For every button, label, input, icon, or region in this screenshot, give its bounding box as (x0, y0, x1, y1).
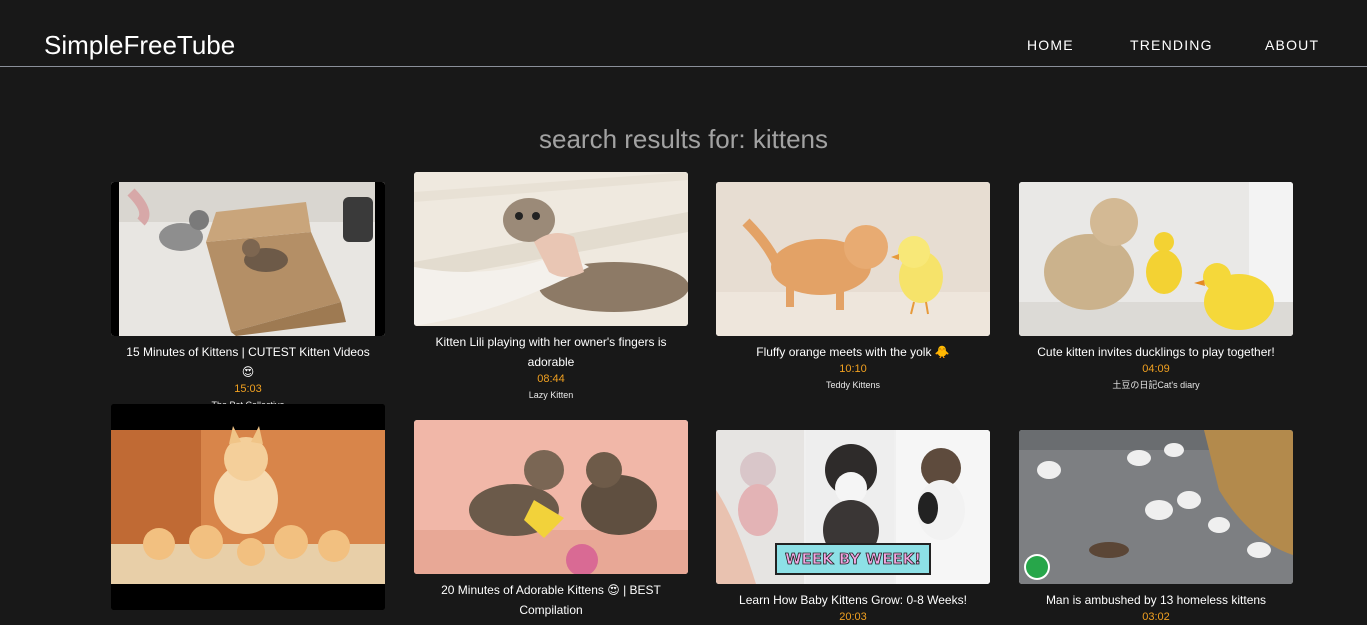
video-duration: 15:03 (234, 383, 262, 395)
video-thumbnail[interactable] (414, 420, 688, 574)
video-title[interactable]: 15 Minutes of Kittens | CUTEST Kitten Vi… (111, 342, 385, 382)
nav-home[interactable]: HOME (1027, 37, 1074, 53)
video-card[interactable]: Man is ambushed by 13 homeless kittens 0… (1019, 430, 1293, 625)
video-title[interactable]: Kitten Lili playing with her owner's fin… (414, 332, 688, 372)
video-thumbnail[interactable] (1019, 430, 1293, 584)
video-channel[interactable]: Teddy Kittens (716, 377, 990, 393)
video-card[interactable]: 20 Minutes of Adorable Kittens 😍 | BEST … (414, 420, 688, 620)
nav-trending[interactable]: TRENDING (1130, 37, 1213, 53)
video-thumbnail[interactable] (111, 404, 385, 610)
top-header: SimpleFreeTube HOME TRENDING ABOUT (0, 0, 1367, 67)
video-duration: 04:09 (1142, 363, 1170, 375)
video-thumbnail[interactable] (111, 182, 385, 336)
week-by-week-text: WEEK BY WEEK! (784, 550, 922, 569)
video-channel[interactable]: 土豆の日記Cat's diary (1019, 377, 1293, 393)
search-results-heading: search results for: kittens (539, 124, 828, 154)
video-duration: 03:02 (1142, 611, 1170, 623)
video-card[interactable]: Fluffy orange meets with the yolk 🐥 10:1… (716, 182, 990, 393)
video-title[interactable]: 20 Minutes of Adorable Kittens 😍 | BEST … (414, 580, 688, 620)
video-channel[interactable]: Lazy Kitten (414, 387, 688, 403)
video-duration: 20:03 (839, 611, 867, 623)
video-card[interactable]: WEEK BY WEEK! Learn How Baby Kittens Gro… (716, 430, 990, 625)
video-title[interactable]: Fluffy orange meets with the yolk 🐥 (716, 342, 990, 362)
video-card[interactable]: Kitten Lili playing with her owner's fin… (414, 172, 688, 403)
video-thumbnail[interactable] (1019, 182, 1293, 336)
video-card[interactable]: Cute kitten invites ducklings to play to… (1019, 182, 1293, 393)
video-duration: 08:44 (537, 373, 565, 385)
video-thumbnail[interactable] (716, 182, 990, 336)
week-by-week-banner: WEEK BY WEEK! (775, 543, 931, 575)
video-duration: 10:10 (839, 363, 867, 375)
video-title[interactable]: Cute kitten invites ducklings to play to… (1019, 342, 1293, 362)
app-logo[interactable]: SimpleFreeTube (44, 30, 235, 61)
nav-about[interactable]: ABOUT (1265, 37, 1319, 53)
video-title[interactable]: Learn How Baby Kittens Grow: 0-8 Weeks! (716, 590, 990, 610)
video-card[interactable]: 15 Minutes of Kittens | CUTEST Kitten Vi… (111, 182, 385, 413)
video-thumbnail[interactable]: WEEK BY WEEK! (716, 430, 990, 584)
video-title[interactable]: Man is ambushed by 13 homeless kittens (1019, 590, 1293, 610)
video-card[interactable] (111, 404, 385, 616)
video-thumbnail[interactable] (414, 172, 688, 326)
